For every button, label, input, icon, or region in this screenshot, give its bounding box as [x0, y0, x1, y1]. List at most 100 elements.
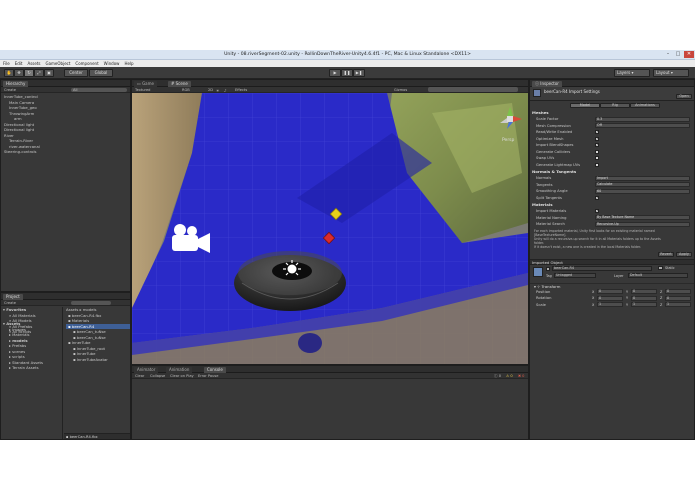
project-create-button[interactable]: Create — [4, 301, 16, 305]
move-tool-icon[interactable]: ✥ — [14, 69, 24, 77]
inspector-field[interactable]: By Base Texture Name — [595, 215, 690, 221]
inspector-field[interactable]: Import — [595, 175, 690, 181]
rotate-tool-icon[interactable]: ↻ — [24, 69, 34, 77]
inspector-checkbox[interactable] — [595, 162, 599, 167]
breadcrumb-models[interactable]: models — [83, 307, 97, 312]
inspector-field[interactable]: Recursive-Up — [595, 221, 690, 227]
render-dropdown[interactable]: RGB — [182, 88, 190, 92]
project-file-item[interactable]: ▪ InnerTubeAvatar — [66, 357, 130, 363]
inspector-field[interactable]: 0.3 — [595, 116, 690, 122]
lighting-toggle-icon[interactable]: ☀ — [216, 88, 219, 93]
console-clear-on-play-button[interactable]: Clear on Play — [170, 374, 194, 378]
hierarchy-search-input[interactable]: All — [71, 87, 127, 93]
scene-viewport[interactable]: Persp — [132, 93, 528, 364]
console-clear-button[interactable]: Clear — [135, 374, 144, 378]
asset-folder-item[interactable]: ▸ Terrain Assets — [3, 365, 62, 371]
layers-dropdown[interactable]: Layers ▾ — [614, 69, 650, 77]
step-button[interactable]: ▶❚ — [353, 69, 365, 77]
menu-window[interactable]: Window — [104, 61, 120, 66]
inspector-checkbox[interactable] — [595, 149, 599, 154]
inspector-field[interactable]: 60 — [595, 188, 690, 194]
transform-z-field[interactable]: 0 — [665, 289, 691, 295]
axis-label-x: X — [592, 302, 595, 307]
hierarchy-item[interactable]: Steering-controls — [1, 149, 130, 155]
inspector-checkbox[interactable]: ✓ — [595, 130, 599, 134]
transform-x-field[interactable]: 1 — [597, 302, 623, 308]
static-checkbox[interactable] — [658, 266, 663, 270]
console-warning-count: 0 — [510, 373, 513, 378]
console-error-filter[interactable]: ✖ 0 — [518, 374, 524, 378]
rect-tool-icon[interactable]: ▣ — [44, 69, 54, 77]
transform-y-field[interactable]: 0 — [631, 289, 657, 295]
console-error-pause-button[interactable]: Error Pause — [198, 374, 218, 378]
scene-search-input[interactable] — [428, 87, 518, 92]
transform-section: Position X 0 Y 0 Z 0 Rotation X 0 Y 0 Z 0 Scale X 1 Y 1 Z 1 — [530, 289, 694, 309]
mode-2d-toggle[interactable]: 2D — [208, 88, 213, 92]
menu-gameobject[interactable]: GameObject — [45, 61, 70, 66]
hand-tool-icon[interactable]: ✋ — [4, 69, 14, 77]
active-checkbox[interactable] — [546, 266, 550, 271]
console-warning-filter[interactable]: ⚠ 0 — [506, 374, 513, 378]
space-toggle[interactable]: Global — [89, 69, 113, 77]
model-file-icon — [533, 89, 541, 97]
minimize-button[interactable]: – — [663, 51, 673, 58]
inspector-checkbox[interactable]: ✓ — [595, 136, 599, 141]
hierarchy-panel: Hierarchy Create All InnerTube_control Ma… — [0, 79, 131, 292]
inner-tube-model[interactable] — [234, 251, 346, 311]
project-footer-path: beerCan-R4.fbx — [69, 435, 98, 439]
tab-animations[interactable]: Animations — [630, 102, 660, 108]
project-file-label: Materials — [71, 318, 90, 323]
gizmos-dropdown[interactable]: Gizmos — [394, 88, 407, 92]
transform-z-field[interactable]: 0 — [665, 295, 691, 301]
tab-game-label: Game — [142, 81, 154, 86]
transform-x-field[interactable]: 0 — [597, 295, 623, 301]
transform-y-field[interactable]: 1 — [631, 302, 657, 308]
shading-dropdown[interactable]: Textured — [135, 88, 150, 92]
effects-dropdown[interactable]: Effects — [235, 88, 247, 92]
transform-z-field[interactable]: 1 — [665, 302, 691, 308]
inspector-field[interactable]: Calculate — [595, 182, 690, 188]
project-search-input[interactable] — [71, 300, 111, 306]
inspector-field[interactable]: Off — [595, 123, 690, 129]
project-panel: Project Create ▾ Favorites ⌕ All Materia… — [0, 292, 131, 440]
menu-file[interactable]: File — [3, 61, 10, 66]
inspector-row: Material Search Recursive-Up — [530, 221, 694, 228]
close-button[interactable]: ✕ — [684, 51, 694, 58]
inspector-checkbox[interactable]: ✓ — [595, 195, 599, 200]
inspector-row-label: Scale Factor — [536, 117, 559, 121]
object-name-field[interactable]: beerCan-R4 — [552, 266, 652, 271]
layer-dropdown[interactable]: Default — [628, 273, 688, 278]
breadcrumb-assets[interactable]: Assets — [66, 307, 78, 312]
menu-component[interactable]: Component — [75, 61, 98, 66]
tag-dropdown[interactable]: Untagged — [554, 273, 596, 278]
scale-tool-icon[interactable]: ⤢ — [34, 69, 44, 77]
hierarchy-create-button[interactable]: Create — [4, 88, 16, 92]
maximize-button[interactable]: □ — [673, 51, 683, 58]
apply-button[interactable]: Apply — [676, 251, 692, 257]
menu-assets[interactable]: Assets — [27, 61, 40, 66]
audio-toggle-icon[interactable]: ♪ — [224, 88, 226, 93]
menu-edit[interactable]: Edit — [15, 61, 23, 66]
open-button[interactable]: Open — [676, 94, 692, 99]
menu-help[interactable]: Help — [124, 61, 133, 66]
transform-x-field[interactable]: 0 — [597, 289, 623, 295]
tab-rig[interactable]: Rig — [600, 102, 630, 108]
play-button[interactable]: ▶ — [329, 69, 341, 77]
project-file-label: beerCan-R4.fbx — [71, 312, 102, 318]
pause-button[interactable]: ❚❚ — [341, 69, 353, 77]
axis-label-z: Z — [660, 289, 663, 294]
layout-dropdown[interactable]: Layout ▾ — [653, 69, 689, 77]
inspector-header: beerCan-R4 Import Settings Open — [530, 87, 694, 101]
console-toolbar: Clear Collapse Clear on Play Error Pause… — [132, 373, 528, 379]
pivot-toggle[interactable]: Center — [64, 69, 88, 77]
transform-y-field[interactable]: 0 — [631, 295, 657, 301]
layer-label: Layer — [614, 273, 624, 278]
console-collapse-button[interactable]: Collapse — [150, 374, 165, 378]
inspector-checkbox[interactable]: ✓ — [595, 143, 599, 147]
console-log-filter[interactable]: ⓘ 0 — [494, 374, 501, 379]
tab-model[interactable]: Model — [570, 102, 600, 108]
inspector-checkbox[interactable]: ✓ — [595, 209, 599, 213]
inspector-checkbox[interactable] — [595, 156, 599, 160]
console-tabbar: Animator Animation Console — [132, 366, 528, 373]
revert-button[interactable]: Revert — [658, 251, 674, 257]
